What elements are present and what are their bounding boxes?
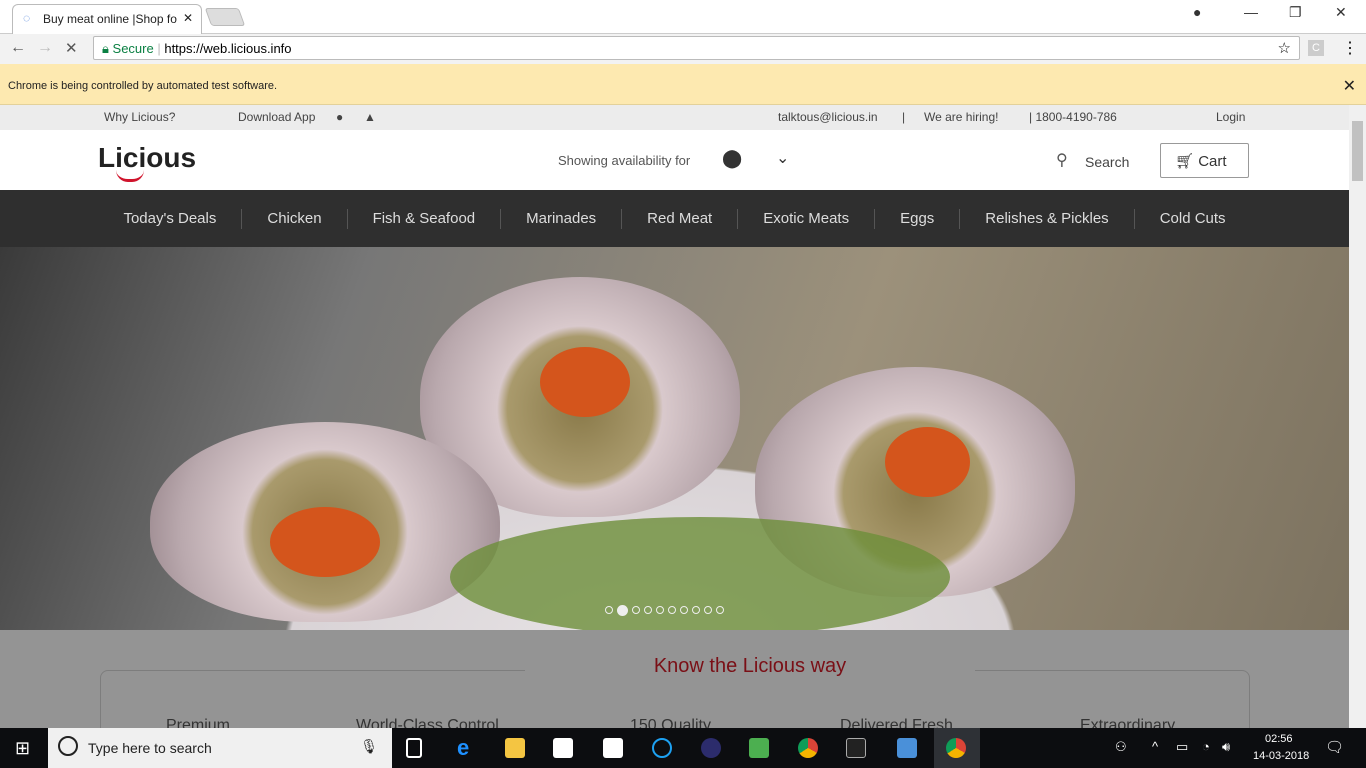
chrome-icon[interactable] [946,738,966,758]
forward-icon[interactable]: → [37,39,53,57]
mail-icon[interactable] [603,738,623,758]
carousel-dot[interactable] [605,606,613,614]
microphone-icon[interactable]: 🎙︎ [360,738,378,755]
maximize-button[interactable]: ❐ [1289,4,1302,21]
page-scrollbar[interactable] [1349,105,1366,728]
tab-title: Buy meat online |Shop fo [43,12,177,26]
chevron-up-icon[interactable]: ^ [1152,739,1158,754]
close-infobar-icon[interactable]: ✕ [1343,76,1356,96]
app-window-icon[interactable] [897,738,917,758]
nav-eggs[interactable]: Eggs [875,208,961,229]
clock-date[interactable]: 14-03-2018 [1253,750,1309,762]
volume-icon[interactable]: 🔊︎ [1222,739,1230,755]
browser-tab[interactable]: ◌ Buy meat online |Shop fo ✕ [12,4,202,34]
extension-icon[interactable]: C [1308,40,1324,56]
section-title: Know the Licious way [525,655,975,685]
apple-icon[interactable]: ● [336,110,343,124]
url-text: https://web.licious.info [164,41,292,56]
licious-logo[interactable]: Licious [98,142,196,174]
clock-time[interactable]: 02:56 [1265,733,1293,745]
carousel-dot[interactable] [632,606,640,614]
carousel-dot[interactable] [692,606,700,614]
secure-label: Secure [112,41,154,56]
nav-cold-cuts[interactable]: Cold Cuts [1135,209,1251,229]
nav-red-meat[interactable]: Red Meat [622,208,739,229]
profile-icon[interactable]: ● [1193,4,1201,20]
infobar-text: Chrome is being controlled by automated … [8,80,278,92]
category-nav: Today's Deals Chicken Fish & Seafood Mar… [0,190,1349,247]
people-icon[interactable]: ⚇ [1115,739,1127,755]
cart-icon: 🛒︎ [1175,153,1199,170]
close-window-button[interactable]: ✕ [1335,4,1347,21]
nav-todays-deals[interactable]: Today's Deals [98,208,243,229]
back-icon[interactable]: ← [10,39,26,57]
chevron-down-icon[interactable]: ⌄ [776,148,789,168]
eclipse-icon[interactable] [701,738,721,758]
battery-icon[interactable]: ▭ [1176,739,1188,755]
nav-exotic-meats[interactable]: Exotic Meats [738,208,876,229]
phone-number: | 1800-4190-786 [1029,110,1117,124]
carousel-dot[interactable] [680,606,688,614]
carousel-dots [605,605,724,616]
carousel-dot[interactable] [704,606,712,614]
windows-start-icon[interactable]: ⊞ [15,738,30,759]
minimize-button[interactable]: — [1244,4,1258,20]
command-prompt-icon[interactable] [846,738,866,758]
carousel-dot-active[interactable] [617,605,628,616]
why-licious-link[interactable]: Why Licious? [104,110,175,124]
close-tab-icon[interactable]: ✕ [183,11,193,25]
notifications-icon[interactable]: 🗨︎ [1325,738,1344,756]
store-icon[interactable] [553,738,573,758]
menu-icon[interactable]: ⋮ [1342,38,1358,58]
loading-spinner-icon: ◌ [23,11,31,25]
top-strip: Why Licious? Download App ● ▲ talktous@l… [0,105,1349,130]
logo-smile-icon [116,170,144,182]
android-studio-icon[interactable] [749,738,769,758]
cortana-icon [58,736,78,756]
url-input[interactable]: 🔒︎ Secure | https://web.licious.info ☆ [93,36,1300,60]
browser-tab-bar: ◌ Buy meat online |Shop fo ✕ ● — ❐ ✕ [0,0,1366,34]
wifi-icon[interactable]: ◔ [1202,739,1210,754]
download-app-label: Download App [238,110,316,124]
lock-icon: 🔒︎ [102,41,113,56]
nav-relishes-pickles[interactable]: Relishes & Pickles [960,208,1135,229]
cart-label: Cart [1198,153,1227,170]
automation-infobar: Chrome is being controlled by automated … [0,64,1366,105]
location-pin-icon[interactable]: ⬤ [722,148,742,169]
bookmark-star-icon[interactable]: ☆ [1278,39,1291,57]
search-placeholder: Type here to search [88,740,212,756]
carousel-dot[interactable] [716,606,724,614]
stop-icon[interactable]: ✕ [65,39,78,57]
file-explorer-icon[interactable] [505,738,525,758]
availability-label: Showing availability for [558,153,691,168]
task-view-icon[interactable] [406,738,422,758]
carousel-dot[interactable] [644,606,652,614]
email-link[interactable]: talktous@licious.in [778,110,878,124]
new-tab-button[interactable] [204,8,246,26]
search-icon[interactable]: ⚲ [1056,150,1068,170]
address-bar-row: ← → ✕ 🔒︎ Secure | https://web.licious.in… [0,34,1366,64]
nav-chicken[interactable]: Chicken [242,208,348,229]
hero-carousel[interactable] [0,247,1349,630]
nav-fish-seafood[interactable]: Fish & Seafood [348,208,502,229]
login-link[interactable]: Login [1216,110,1245,124]
nav-marinades[interactable]: Marinades [501,208,623,229]
cart-button[interactable]: 🛒︎ Cart [1160,143,1249,178]
site-header: Licious Showing availability for ⬤ ⌄ ⚲ S… [0,130,1349,190]
search-link[interactable]: Search [1085,154,1129,170]
carousel-dot[interactable] [668,606,676,614]
carousel-dot[interactable] [656,606,664,614]
android-icon[interactable]: ▲ [364,110,376,124]
app-icon[interactable] [652,738,672,758]
hiring-link[interactable]: We are hiring! [924,110,998,124]
chrome-icon[interactable] [798,738,818,758]
taskbar-search-input[interactable]: Type here to search 🎙︎ [48,728,392,768]
edge-icon[interactable]: e [457,735,477,760]
